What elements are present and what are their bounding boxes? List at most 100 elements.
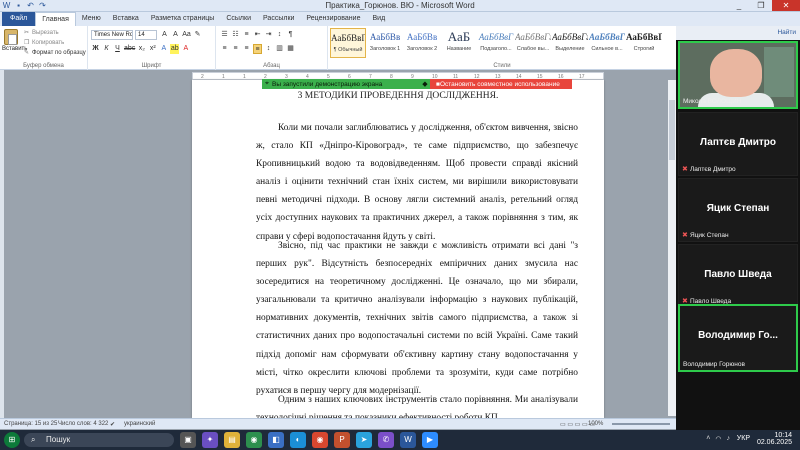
align-left-button[interactable]: ≡ — [220, 44, 229, 54]
paragraph-group-label: Абзац — [263, 63, 280, 69]
tab-file[interactable]: Файл — [2, 12, 36, 26]
justify-button[interactable]: ≡ — [253, 44, 262, 54]
style-subtle-emphasis[interactable]: АаБбВвГг Слабое вы... — [515, 28, 551, 58]
highlight-button[interactable]: ab — [170, 44, 180, 54]
tab-view[interactable]: Вид — [366, 12, 391, 26]
style-sample: АаБбВв — [369, 32, 401, 42]
find-button[interactable]: Найти — [777, 29, 796, 36]
powerpoint-icon[interactable]: P — [334, 432, 350, 448]
style-strong[interactable]: АаБбВвГ Строгий — [626, 28, 662, 58]
participant-tile[interactable]: Лаптєв Дмитро ✖ Лаптєв Дмитро — [678, 112, 798, 176]
format-painter-button[interactable]: ✎ Формат по образцу — [24, 48, 86, 58]
align-center-button[interactable]: ≡ — [231, 44, 240, 54]
style-normal[interactable]: АаБбВвГг, ¶ Обычный — [330, 28, 366, 58]
tab-mailings[interactable]: Рассылки — [257, 12, 300, 26]
style-title[interactable]: АаБ Название — [441, 28, 477, 58]
clipboard-group: Вставить ✂ Вырезать ❐ Копировать ✎ Формат п… — [0, 26, 88, 70]
word-count[interactable]: Число слов: 4 322 — [58, 421, 108, 427]
zoom-icon[interactable]: ▶ — [422, 432, 438, 448]
superscript-button[interactable]: x² — [148, 44, 157, 54]
tab-menu[interactable]: Меню — [76, 12, 107, 26]
taskbar: ⊞ ⌕ Пошук ▣ ✦ ▤ ◉ ◧ ◐ ◉ P ➤ ✆ W ▶ ˄ ◠ ♪ … — [0, 430, 800, 450]
shading-button[interactable]: ▥ — [275, 44, 284, 54]
task-view-icon[interactable]: ▣ — [180, 432, 196, 448]
chevron-up-icon[interactable]: ˄ — [706, 435, 710, 443]
style-subtitle[interactable]: АаБбВвГ Подзаголо... — [478, 28, 514, 58]
font-tools-row: A A Aa ✎ — [160, 30, 202, 40]
scrollbar-thumb[interactable] — [669, 100, 675, 160]
multilevel-button[interactable]: ≡ — [242, 30, 251, 40]
minimize-button[interactable]: _ — [728, 0, 750, 11]
maximize-button[interactable]: ❐ — [750, 0, 772, 11]
participant-tile[interactable]: Павло Шведа ✖ Павло Шведа — [678, 244, 798, 308]
participant-tile[interactable]: Яцик Степан ✖ Яцик Степан — [678, 178, 798, 242]
wifi-icon[interactable]: ◠ — [715, 435, 721, 443]
clock[interactable]: 10:14 02.06.2025 — [757, 432, 792, 446]
word-icon[interactable]: W — [400, 432, 416, 448]
zoom-level[interactable]: 100% — [588, 421, 603, 427]
style-heading-2[interactable]: АаБбВв Заголовок 2 — [404, 28, 440, 58]
viber-icon[interactable]: ✆ — [378, 432, 394, 448]
tab-home[interactable]: Главная — [35, 12, 76, 26]
grow-font-button[interactable]: A — [160, 30, 169, 40]
paste-button[interactable]: Вставить — [2, 29, 27, 52]
increase-indent-button[interactable]: ⇥ — [264, 30, 273, 40]
participant-tile-active[interactable]: Володимир Го... Володимир Горюнов — [678, 304, 798, 372]
participant-display-name: Лаптєв Дмитро — [700, 137, 776, 148]
bullets-button[interactable]: ☰ — [220, 30, 229, 40]
underline-button[interactable]: Ч — [113, 44, 122, 54]
strikethrough-button[interactable]: abc — [124, 44, 135, 54]
participant-tile-video[interactable]: Микола ВОЛОЩИН — [678, 41, 798, 109]
copy-button[interactable]: ❐ Копировать — [24, 38, 86, 48]
borders-button[interactable]: ▦ — [286, 44, 295, 54]
subscript-button[interactable]: x₂ — [137, 44, 146, 54]
font-group: Times New Ro 14 A A Aa ✎ Ж К Ч abc x₂ x²… — [88, 26, 216, 70]
align-right-button[interactable]: ≡ — [242, 44, 251, 54]
page-counter[interactable]: Страница: 15 из 25 — [4, 421, 57, 427]
shrink-font-button[interactable]: A — [171, 30, 180, 40]
taskbar-search[interactable]: ⌕ Пошук — [24, 433, 174, 447]
font-size-select[interactable]: 14 — [135, 30, 157, 40]
line-spacing-button[interactable]: ↕ — [264, 44, 273, 54]
bold-button[interactable]: Ж — [91, 44, 100, 54]
chrome2-icon[interactable]: ◉ — [312, 432, 328, 448]
start-button[interactable]: ⊞ — [4, 432, 20, 448]
clear-format-button[interactable]: ✎ — [193, 30, 202, 40]
change-case-button[interactable]: Aa — [182, 30, 191, 40]
tab-review[interactable]: Рецензирование — [300, 12, 366, 26]
style-heading-1[interactable]: АаБбВв Заголовок 1 — [367, 28, 403, 58]
document-page[interactable]: 3 МЕТОДИКИ ПРОВЕДЕННЯ ДОСЛІДЖЕННЯ. Коли … — [192, 80, 604, 418]
style-emphasis[interactable]: АаБбВвГг Выделение — [552, 28, 588, 58]
language-indicator[interactable]: украинский — [124, 421, 155, 427]
edge-icon[interactable]: ◐ — [290, 432, 306, 448]
proofing-icon[interactable]: ✔ — [110, 421, 115, 428]
store-icon[interactable]: ◧ — [268, 432, 284, 448]
style-sample: АаБбВвГг — [552, 32, 588, 42]
telegram-icon[interactable]: ➤ — [356, 432, 372, 448]
volume-icon[interactable]: ♪ — [727, 435, 731, 443]
numbering-button[interactable]: ☷ — [231, 30, 240, 40]
stop-sharing-button[interactable]: ■ Остановить совместное использование — [430, 79, 572, 89]
zoom-slider[interactable] — [612, 423, 670, 425]
muted-mic-icon: ✖ — [682, 232, 688, 239]
vertical-scrollbar[interactable] — [668, 80, 676, 416]
text-effects-button[interactable]: A — [159, 44, 168, 54]
chrome-icon[interactable]: ◉ — [246, 432, 262, 448]
explorer-icon[interactable]: ▤ — [224, 432, 240, 448]
cut-button[interactable]: ✂ Вырезать — [24, 28, 86, 38]
font-family-select[interactable]: Times New Ro — [91, 30, 133, 40]
tab-references[interactable]: Ссылки — [220, 12, 257, 26]
style-intense-emphasis[interactable]: АаБбВвГг Сильное в... — [589, 28, 625, 58]
pin-icon[interactable]: ⌖ — [262, 80, 272, 88]
copilot-icon[interactable]: ✦ — [202, 432, 218, 448]
close-button[interactable]: ✕ — [772, 0, 800, 11]
tab-page-layout[interactable]: Разметка страницы — [145, 12, 221, 26]
tab-insert[interactable]: Вставка — [107, 12, 145, 26]
language-switch[interactable]: УКР — [737, 435, 750, 442]
font-color-button[interactable]: A — [181, 44, 190, 54]
decrease-indent-button[interactable]: ⇤ — [253, 30, 262, 40]
italic-button[interactable]: К — [102, 44, 111, 54]
muted-mic-icon: ✖ — [682, 166, 688, 173]
sort-button[interactable]: ↕ — [275, 30, 284, 40]
show-marks-button[interactable]: ¶ — [286, 30, 295, 40]
